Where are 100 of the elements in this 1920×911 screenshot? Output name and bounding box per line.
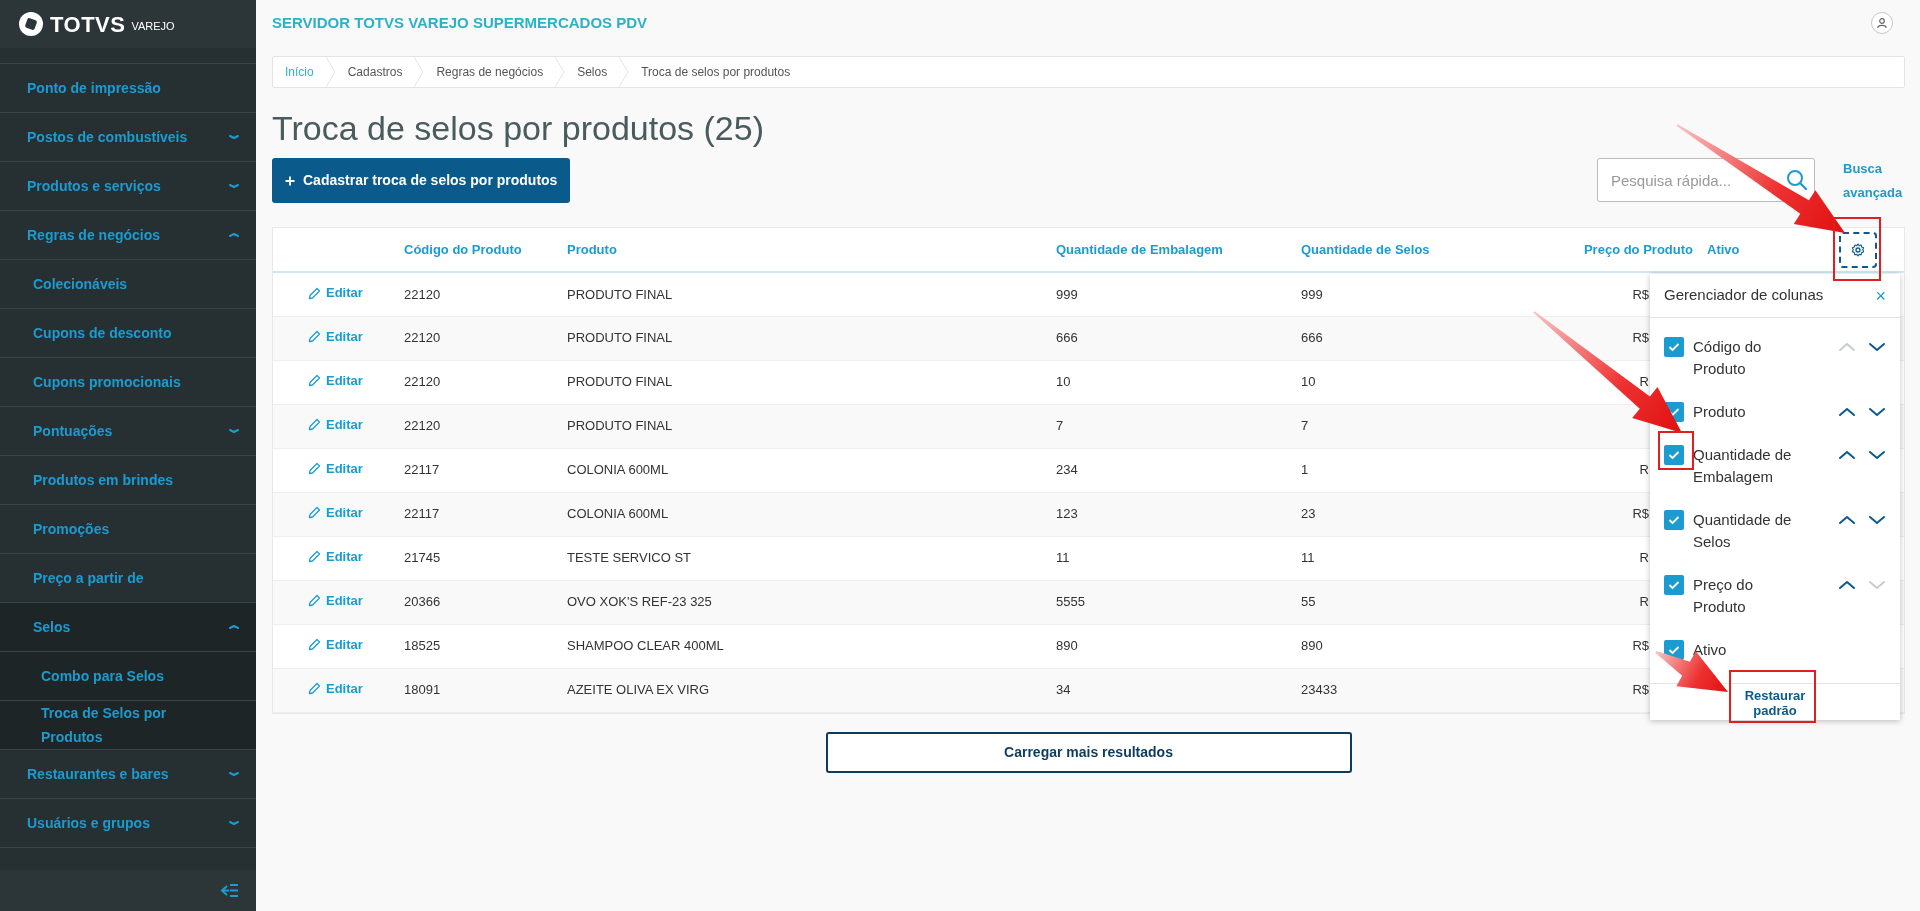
menu-item[interactable]: Colecionáveis [0, 260, 256, 309]
column-header: Quantidade de Selos [1301, 241, 1430, 257]
add-button[interactable]: Cadastrar troca de selos por produtos [272, 158, 571, 203]
table-cell: 7 [1056, 418, 1064, 434]
table-cell: 34 [1056, 682, 1071, 698]
pencil-icon [308, 286, 321, 300]
menu-item[interactable]: Promoções [0, 505, 256, 554]
gear-icon [1851, 242, 1865, 257]
table-cell: 890 [1056, 638, 1078, 654]
menu-item[interactable]: Ponto de impressão [0, 64, 256, 113]
table-cell: TESTE SERVICO ST [567, 550, 691, 566]
checkbox-label: Preço do Produto [1693, 575, 1755, 617]
breadcrumb-item[interactable]: Troca de selos por produtos [629, 57, 803, 87]
table-cell: 22120 [404, 418, 441, 434]
user-avatar[interactable] [1871, 12, 1893, 34]
breadcrumb-item[interactable]: Cadastros [335, 57, 415, 87]
move-up-button[interactable] [1838, 514, 1856, 526]
table-cell: SHAMPOO CLEAR 400ML [567, 638, 724, 654]
move-down-button[interactable] [1868, 406, 1886, 418]
table-cell: 18091 [404, 682, 441, 698]
menu-item[interactable]: Pontuações [0, 407, 256, 456]
edit-link[interactable]: Editar [308, 283, 363, 303]
move-down-button[interactable] [1868, 341, 1886, 353]
move-down-button[interactable] [1868, 514, 1886, 526]
breadcrumb-item[interactable]: Regras de negócios [424, 57, 556, 87]
menu-item[interactable]: Cupons de desconto [0, 309, 256, 358]
table-cell: 22117 [404, 462, 440, 478]
table-cell: PRODUTO FINAL [567, 286, 673, 302]
table-cell: 11 [1056, 550, 1070, 566]
table-cell: R$ [1632, 286, 1649, 302]
breadcrumb-link[interactable]: Início [273, 57, 326, 87]
highlight-frame [1833, 217, 1881, 281]
move-up-button[interactable] [1838, 449, 1856, 461]
menu-item[interactable]: Produtos e serviços [0, 162, 256, 211]
page-title: Troca de selos por produtos (25) [272, 108, 765, 149]
pencil-icon [308, 682, 321, 696]
table-cell: R$ [1632, 682, 1649, 698]
menu-item[interactable]: Postos de combustíveis [0, 113, 256, 162]
table-cell: R$ [1632, 506, 1649, 522]
table-cell: 666 [1056, 330, 1078, 346]
edit-link[interactable]: Editar [308, 459, 363, 479]
server-title: SERVIDOR TOTVS VAREJO SUPERMERCADOS PDV [272, 12, 648, 33]
edit-link[interactable]: Editar [308, 635, 363, 655]
logo-subtitle: VAREJO [131, 18, 175, 34]
breadcrumb-item[interactable]: Selos [565, 57, 620, 87]
column-header: Código do Produto [404, 241, 522, 257]
table-cell: 999 [1301, 286, 1323, 302]
checkbox[interactable] [1664, 337, 1684, 357]
logo-text: TOTVS [50, 10, 126, 39]
table-cell: OVO XOK'S REF-23 325 [567, 594, 712, 610]
table-cell: 10 [1056, 374, 1071, 390]
table-cell: PRODUTO FINAL [567, 418, 673, 434]
edit-link[interactable]: Editar [308, 547, 363, 567]
menu-item[interactable]: Produtos em brindes [0, 456, 256, 505]
settings-button[interactable] [1839, 231, 1877, 268]
menu-item[interactable]: Combo para Selos [0, 652, 256, 701]
table-cell: PRODUTO FINAL [567, 330, 673, 346]
pencil-icon [308, 462, 321, 476]
table-cell: R [1639, 462, 1649, 478]
checkbox[interactable] [1664, 510, 1684, 530]
table-cell: 11 [1301, 550, 1315, 566]
move-up-button[interactable] [1838, 579, 1856, 591]
table-cell: 1 [1301, 462, 1309, 478]
pencil-icon [308, 638, 321, 652]
checkbox[interactable] [1664, 445, 1684, 465]
table-cell: PRODUTO FINAL [567, 374, 673, 390]
move-up-button[interactable] [1838, 406, 1856, 418]
checkbox-label: Ativo [1693, 640, 1728, 660]
table-cell: 22120 [404, 330, 441, 346]
table-cell: R [1639, 374, 1649, 390]
menu-item[interactable]: Usuários e grupos [0, 799, 256, 848]
table-cell: COLONIA 600ML [567, 506, 669, 522]
load-more-button[interactable]: Carregar mais resultados [825, 731, 1352, 773]
pencil-icon [308, 330, 321, 344]
pencil-icon [308, 594, 321, 608]
menu-item[interactable]: Selos [0, 603, 256, 652]
highlight-frame [1658, 431, 1694, 470]
column-header: Preço do Produto [1583, 241, 1693, 257]
table-cell: 23 [1301, 506, 1316, 522]
menu-item[interactable]: Cupons promocionais [0, 358, 256, 407]
search-icon [1786, 169, 1807, 190]
plus-icon [285, 175, 295, 186]
table-cell: COLONIA 600ML [567, 462, 669, 478]
table-cell: 21745 [404, 550, 441, 566]
check-icon [1668, 580, 1680, 590]
close-button[interactable]: × [1875, 286, 1886, 305]
table-cell: 20366 [404, 594, 441, 610]
table-cell: 5555 [1056, 594, 1085, 610]
menu-item[interactable]: Regras de negócios [0, 211, 256, 260]
menu-item[interactable]: Restaurantes e bares [0, 750, 256, 799]
table-cell: R [1639, 550, 1649, 566]
checkbox[interactable] [1664, 575, 1684, 595]
collapse-menu-icon[interactable] [220, 882, 238, 899]
menu-item[interactable]: Troca de Selos por Produtos [0, 701, 256, 750]
advanced-search-link[interactable]: Busca avançada [1843, 157, 1905, 205]
edit-link[interactable]: Editar [308, 371, 363, 391]
pencil-icon [308, 506, 321, 520]
move-down-button[interactable] [1868, 449, 1886, 461]
table-cell: 234 [1056, 462, 1078, 478]
checkbox-label: Quantidade de Selos [1693, 510, 1793, 552]
